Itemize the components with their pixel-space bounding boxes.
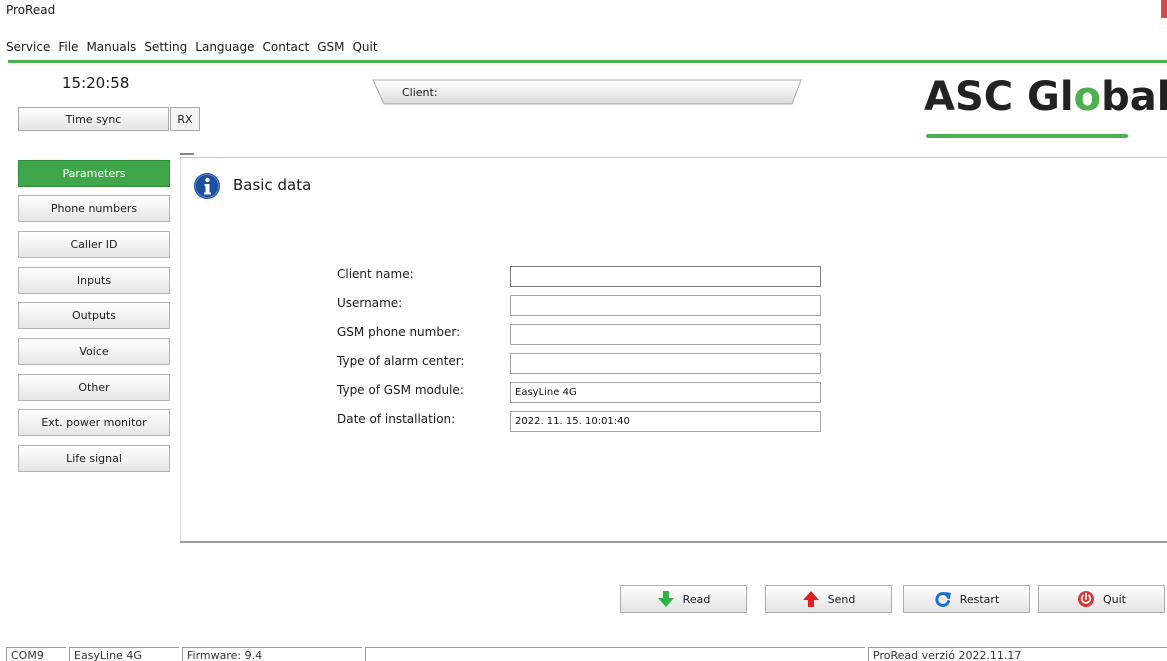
client-name-input[interactable]: [510, 266, 821, 287]
status-empty: [365, 647, 865, 661]
menu-quit[interactable]: Quit: [348, 40, 381, 54]
sidebar-item-label: Life signal: [66, 452, 122, 465]
sidebar-item-label: Parameters: [62, 167, 126, 180]
sidebar-item-voice[interactable]: Voice: [18, 338, 170, 365]
menu-service[interactable]: Service: [6, 40, 54, 54]
installation-date-input[interactable]: [510, 411, 821, 432]
logo-prefix: ASC Gl: [924, 74, 1074, 120]
sidebar-item-other[interactable]: Other: [18, 374, 170, 401]
menu-setting[interactable]: Setting: [140, 40, 191, 54]
status-version: ProRead verzió 2022.11.17: [868, 647, 1167, 661]
menu-file[interactable]: File: [54, 40, 82, 54]
installation-date-label: Date of installation:: [337, 412, 456, 426]
sidebar-item-phone-numbers[interactable]: Phone numbers: [18, 195, 170, 222]
status-firmware: Firmware: 9.4: [182, 647, 362, 661]
status-device: EasyLine 4G: [69, 647, 179, 661]
read-arrow-down-icon: [657, 591, 674, 607]
menu-contact[interactable]: Contact: [259, 40, 314, 54]
username-label: Username:: [337, 296, 403, 310]
menu-language[interactable]: Language: [191, 40, 258, 54]
sidebar-item-label: Phone numbers: [50, 202, 138, 215]
gsm-phone-number-input[interactable]: [510, 324, 821, 345]
sidebar-item-label: Voice: [79, 345, 109, 358]
status-port: COM9: [6, 647, 66, 661]
asc-global-logo: ASC Global: [924, 72, 1167, 144]
restart-button[interactable]: Restart: [903, 585, 1030, 613]
title-bar: ProRead: [0, 0, 1167, 22]
client-label: Client:: [402, 86, 438, 99]
basic-data-panel: [180, 158, 1167, 542]
gsm-module-type-input[interactable]: [510, 382, 821, 403]
status-bar: COM9 EasyLine 4G Firmware: 9.4 ProRead v…: [0, 647, 1167, 661]
sidebar-item-label: Other: [78, 381, 110, 394]
alarm-center-type-label: Type of alarm center:: [337, 354, 465, 368]
menu-divider: [8, 60, 1167, 63]
clock-display: 15:20:58: [62, 74, 130, 92]
read-button[interactable]: Read: [620, 585, 747, 613]
menu-manuals[interactable]: Manuals: [82, 40, 140, 54]
rx-indicator[interactable]: RX: [170, 107, 200, 131]
logo-suffix: bal: [1101, 74, 1167, 120]
app-title: ProRead: [6, 3, 56, 17]
restart-icon: [935, 592, 951, 607]
rx-label: RX: [177, 112, 193, 126]
sidebar-item-life-signal[interactable]: Life signal: [18, 445, 170, 472]
time-sync-button[interactable]: Time sync: [18, 107, 169, 131]
info-icon: [194, 173, 220, 199]
send-button[interactable]: Send: [765, 585, 892, 613]
sidebar-item-label: Inputs: [76, 274, 112, 287]
gsm-phone-number-label: GSM phone number:: [337, 325, 461, 339]
menu-items: Service File Manuals Setting Language Co…: [6, 40, 382, 54]
sidebar-item-ext-power-monitor[interactable]: Ext. power monitor: [18, 409, 170, 436]
menu-bar: Service File Manuals Setting Language Co…: [0, 22, 1167, 63]
panel-bottom-divider: [180, 541, 1167, 543]
logo-text: ASC Global: [924, 72, 1167, 122]
window-corner-mark: [1161, 0, 1167, 18]
sidebar-item-label: Outputs: [72, 309, 116, 322]
power-icon: [1078, 591, 1094, 607]
sidebar-item-label: Ext. power monitor: [41, 416, 147, 429]
panel-title: Basic data: [233, 176, 312, 194]
logo-underline: [926, 134, 1128, 138]
sidebar-item-label: Caller ID: [70, 238, 118, 251]
quit-label: Quit: [1103, 592, 1126, 606]
client-name-label: Client name:: [337, 267, 414, 281]
username-input[interactable]: [510, 295, 821, 316]
logo-o: o: [1073, 74, 1102, 120]
sidebar-item-parameters[interactable]: Parameters: [18, 160, 170, 187]
restart-label: Restart: [959, 592, 1000, 606]
sidebar-item-caller-id[interactable]: Caller ID: [18, 231, 170, 258]
quit-button[interactable]: Quit: [1038, 585, 1165, 613]
sidebar-item-inputs[interactable]: Inputs: [18, 267, 170, 294]
menu-gsm[interactable]: GSM: [313, 40, 348, 54]
sidebar-item-outputs[interactable]: Outputs: [18, 302, 170, 329]
send-arrow-up-icon: [802, 591, 819, 607]
panel-tick: [180, 153, 194, 155]
client-bar: Client:: [372, 79, 802, 105]
alarm-center-type-input[interactable]: [510, 353, 821, 374]
time-sync-label: Time sync: [65, 112, 122, 126]
send-label: Send: [827, 592, 856, 606]
read-label: Read: [682, 592, 711, 606]
gsm-module-type-label: Type of GSM module:: [337, 383, 464, 397]
